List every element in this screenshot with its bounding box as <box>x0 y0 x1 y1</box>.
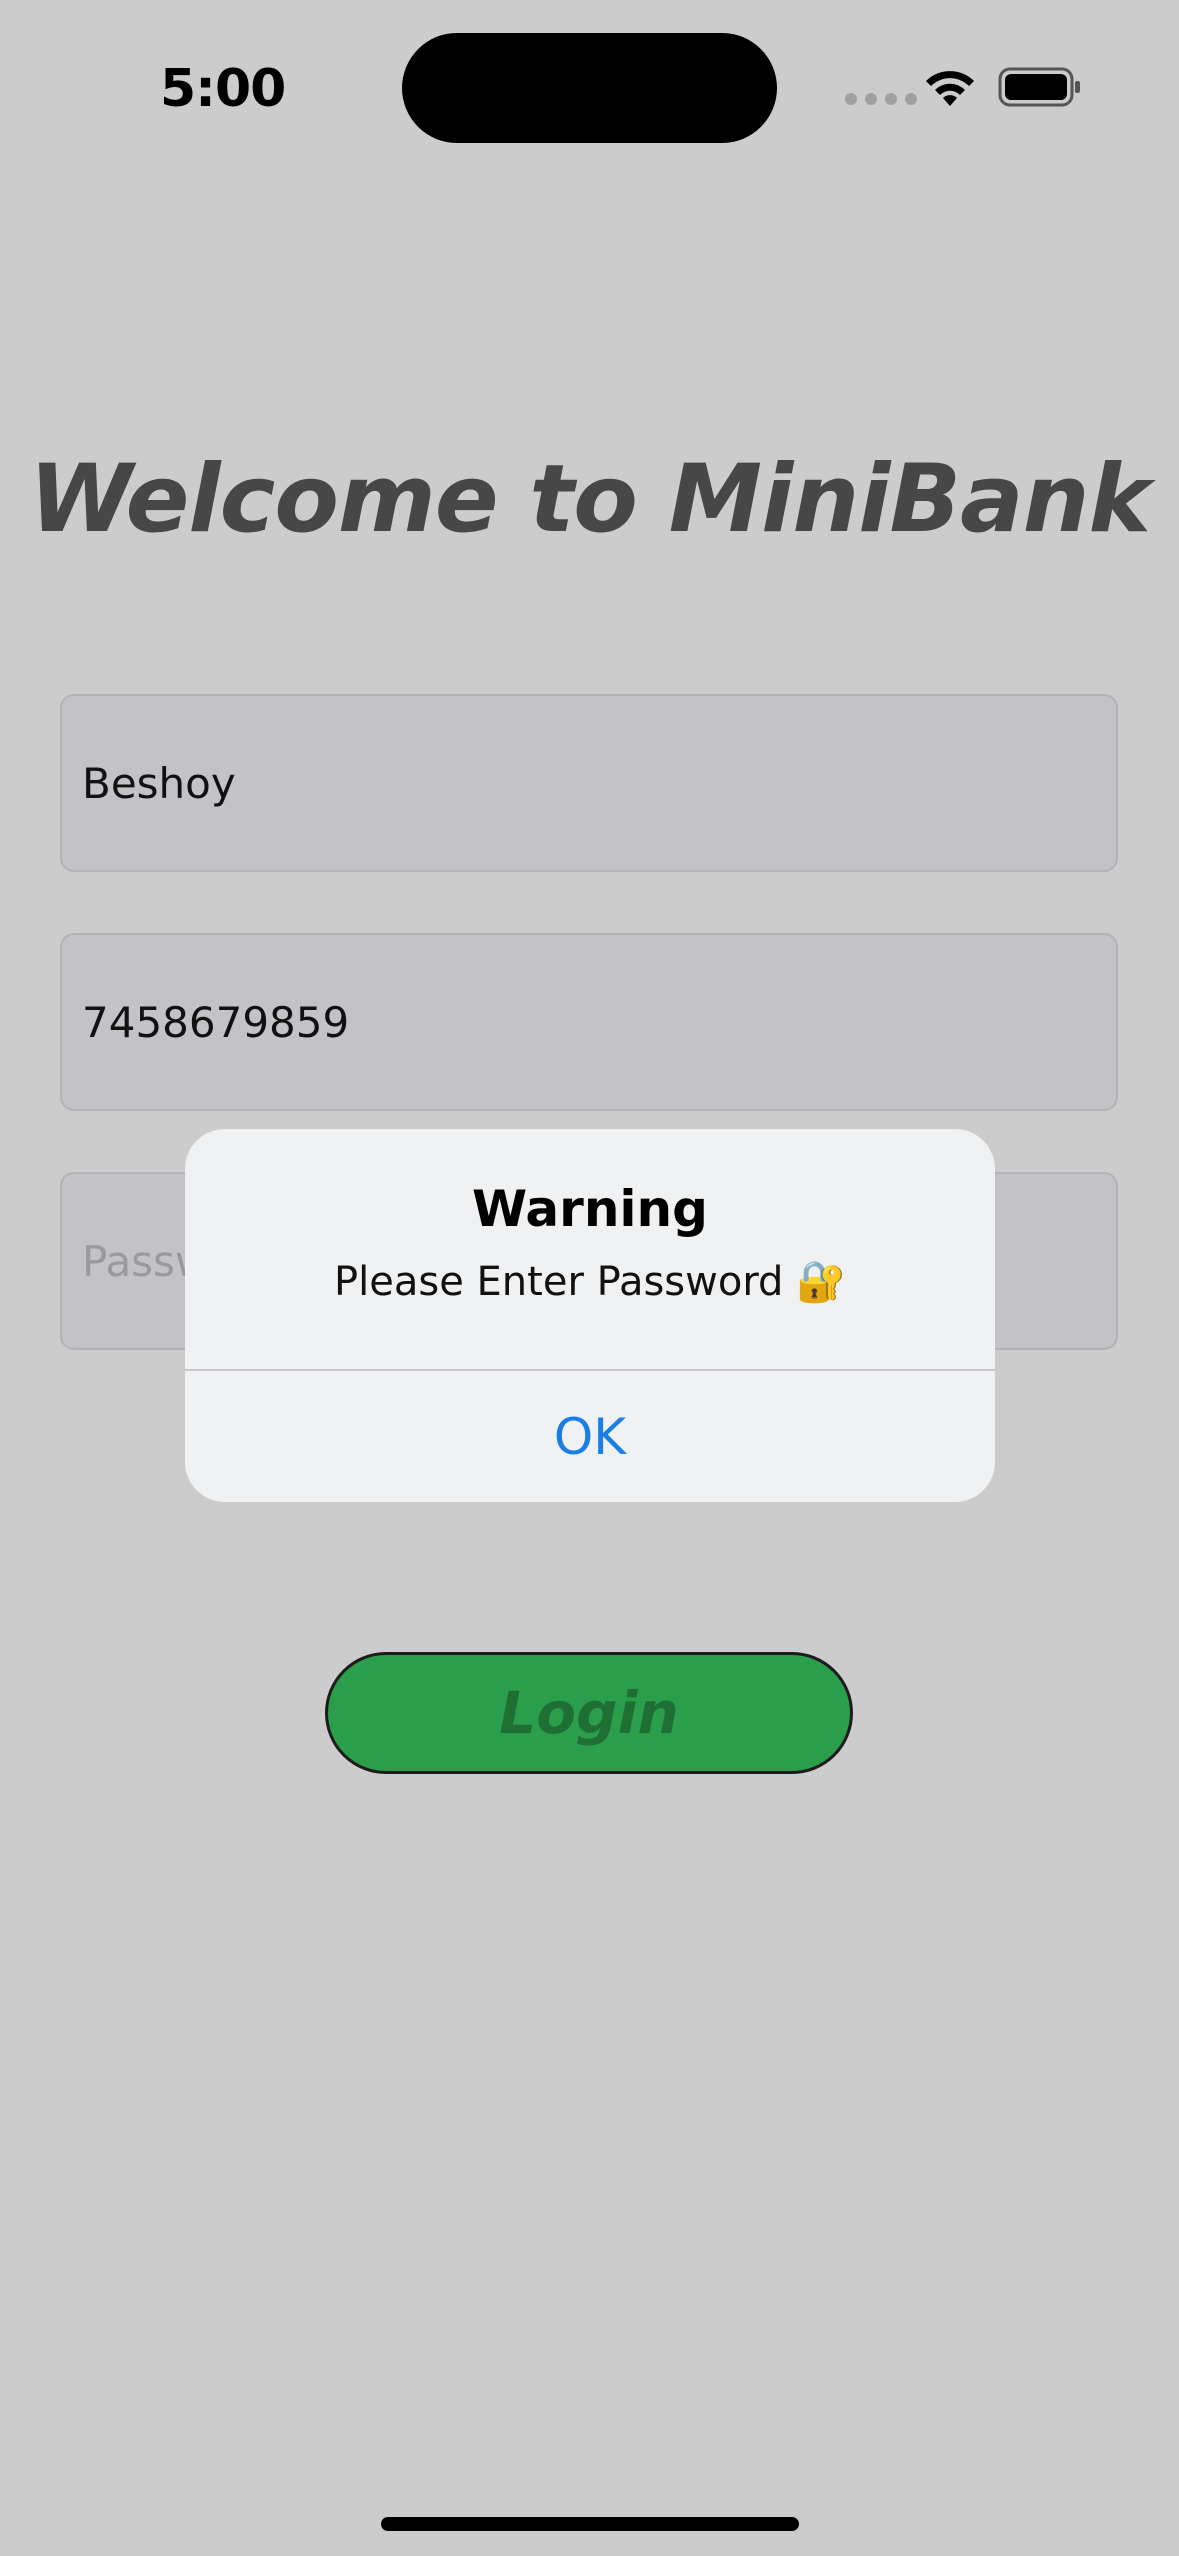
alert-ok-button[interactable]: OK <box>185 1371 995 1502</box>
name-field-value: Beshoy <box>82 758 236 808</box>
dynamic-island <box>402 33 777 143</box>
page-title: Welcome to MiniBank <box>28 445 1151 554</box>
name-field[interactable]: Beshoy <box>60 694 1118 872</box>
cellular-signal-icon <box>845 93 917 105</box>
battery-icon <box>998 67 1080 107</box>
home-indicator[interactable] <box>381 2517 799 2531</box>
phone-field-value: 7458679859 <box>82 997 350 1047</box>
phone-field[interactable]: 7458679859 <box>60 933 1118 1111</box>
warning-alert: Warning Please Enter Password 🔐 OK <box>185 1129 995 1502</box>
alert-message: Please Enter Password 🔐 <box>334 1259 846 1305</box>
login-screen: 5:00 Welcome to MiniBank Beshoy 74586798… <box>0 0 1179 2556</box>
alert-title: Warning <box>472 1180 708 1238</box>
login-button[interactable]: Login <box>325 1652 853 1774</box>
wifi-icon <box>926 71 974 106</box>
status-time: 5:00 <box>160 59 286 119</box>
